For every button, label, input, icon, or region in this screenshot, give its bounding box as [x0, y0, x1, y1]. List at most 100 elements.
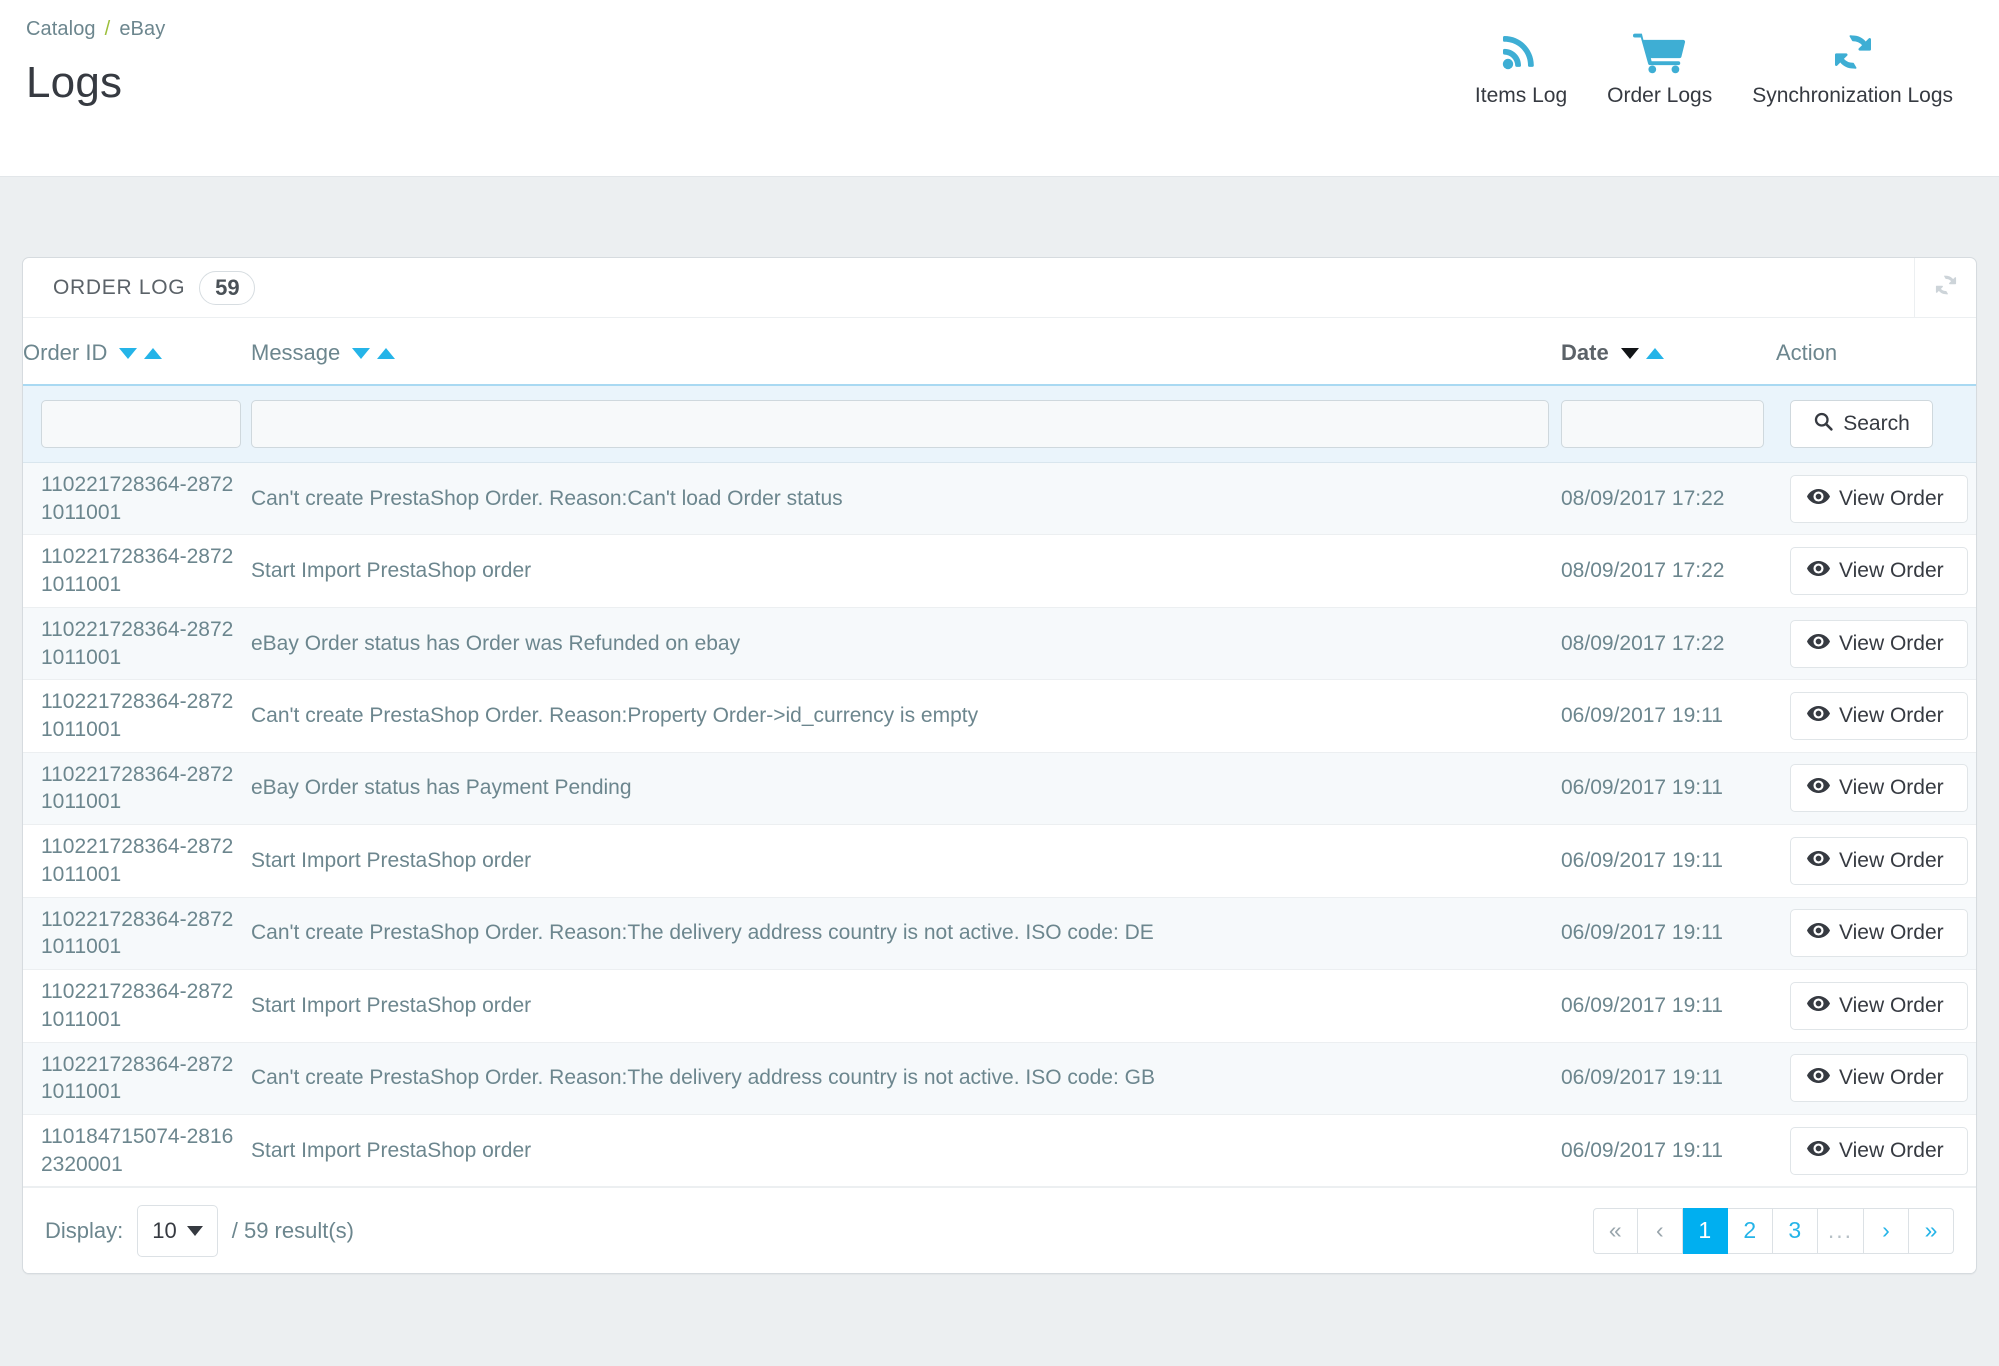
- cell-date: 08/09/2017 17:22: [1561, 607, 1776, 681]
- content-area: ORDER LOG 59 Order ID Message Date Actio…: [0, 177, 1999, 1275]
- order-id-filter-input[interactable]: [41, 400, 241, 448]
- table-header-row: Order ID Message Date Action: [23, 318, 1976, 385]
- sort-asc-icon[interactable]: [377, 347, 396, 359]
- view-order-button-label: View Order: [1839, 776, 1944, 800]
- display-label: Display:: [45, 1217, 124, 1243]
- breadcrumb-current[interactable]: eBay: [119, 18, 165, 40]
- column-label-message: Message: [251, 340, 341, 365]
- cell-order-id: 110221728364-28721011001: [23, 534, 251, 608]
- cell-action: View Order: [1776, 897, 1976, 971]
- message-filter-input[interactable]: [251, 400, 1549, 448]
- page-2[interactable]: 2: [1727, 1207, 1773, 1254]
- last-page[interactable]: »: [1909, 1207, 1954, 1254]
- cell-date: 06/09/2017 19:11: [1561, 969, 1776, 1043]
- view-order-button[interactable]: View Order: [1790, 692, 1968, 741]
- panel-heading: ORDER LOG 59: [23, 258, 1976, 318]
- cell-action: View Order: [1776, 462, 1976, 536]
- cell-date: 06/09/2017 19:11: [1561, 679, 1776, 753]
- table-row: 110221728364-28721011001 Can't create Pre…: [23, 1042, 1976, 1115]
- page-header: Catalog / eBay Logs Items Log Order Logs…: [0, 0, 1999, 177]
- view-order-button-label: View Order: [1839, 1138, 1944, 1162]
- cell-message: Can't create PrestaShop Order. Reason:Th…: [251, 1042, 1561, 1115]
- breadcrumb-parent[interactable]: Catalog: [26, 18, 96, 40]
- cell-order-id: 110221728364-28721011001: [23, 679, 251, 753]
- cell-action: View Order: [1776, 1042, 1976, 1115]
- column-label-date: Date: [1561, 340, 1609, 365]
- search-button[interactable]: Search: [1790, 400, 1933, 448]
- cell-message: Can't create PrestaShop Order. Reason:Th…: [251, 897, 1561, 971]
- sort-asc-icon[interactable]: [1645, 347, 1664, 359]
- cell-date: 06/09/2017 19:11: [1561, 1114, 1776, 1188]
- prev-page[interactable]: ‹: [1637, 1207, 1683, 1254]
- cell-action: View Order: [1776, 824, 1976, 898]
- view-order-button[interactable]: View Order: [1790, 1054, 1968, 1103]
- pagination: «‹ 1 2 3... ›»: [1592, 1207, 1954, 1254]
- sync-refresh-icon: [1828, 26, 1878, 78]
- page-3[interactable]: 3: [1772, 1207, 1818, 1254]
- cell-order-id: 110221728364-28721011001: [23, 752, 251, 826]
- page-size-select[interactable]: 10: [137, 1204, 218, 1257]
- sort-desc-icon[interactable]: [352, 347, 371, 359]
- cell-date: 08/09/2017 17:22: [1561, 462, 1776, 536]
- table-row: 110221728364-28721011001 Start Import Pre…: [23, 969, 1976, 1043]
- eye-icon: [1807, 921, 1830, 945]
- sort-desc-icon[interactable]: [119, 347, 138, 359]
- sort-controls-order-id: [119, 347, 163, 359]
- view-order-button[interactable]: View Order: [1790, 474, 1968, 523]
- view-order-button[interactable]: View Order: [1790, 619, 1968, 668]
- chevron-down-icon: [186, 1225, 203, 1236]
- page-ellipsis[interactable]: ...: [1817, 1207, 1864, 1254]
- view-order-button[interactable]: View Order: [1790, 836, 1968, 885]
- header-action-items-log[interactable]: Items Log: [1455, 26, 1587, 108]
- cell-action: View Order: [1776, 607, 1976, 681]
- rss-feed-icon: [1497, 26, 1545, 78]
- sort-asc-icon[interactable]: [144, 347, 163, 359]
- cell-message: Start Import PrestaShop order: [251, 824, 1561, 898]
- cell-message: Can't create PrestaShop Order. Reason:Ca…: [251, 462, 1561, 536]
- view-order-button[interactable]: View Order: [1790, 909, 1968, 958]
- column-header-date: Date: [1561, 318, 1776, 385]
- sort-controls-date: [1620, 347, 1664, 359]
- cell-order-id: 110221728364-28721011001: [23, 824, 251, 898]
- record-count-badge: 59: [199, 270, 256, 305]
- cell-action: View Order: [1776, 752, 1976, 826]
- sort-desc-icon[interactable]: [1620, 347, 1639, 359]
- view-order-button[interactable]: View Order: [1790, 764, 1968, 813]
- page-1[interactable]: 1: [1682, 1207, 1728, 1254]
- display-controls: Display: 10 / 59 result(s): [45, 1204, 354, 1257]
- table-body: 110221728364-28721011001 Can't create Pre…: [23, 462, 1976, 1188]
- table-row: 110221728364-28721011001 Start Import Pre…: [23, 534, 1976, 608]
- header-action-synchronization-logs[interactable]: Synchronization Logs: [1732, 26, 1973, 108]
- cell-message: Start Import PrestaShop order: [251, 969, 1561, 1043]
- order-log-panel: ORDER LOG 59 Order ID Message Date Actio…: [22, 257, 1977, 1275]
- cell-date: 08/09/2017 17:22: [1561, 534, 1776, 608]
- date-filter-input[interactable]: [1561, 400, 1764, 448]
- view-order-button-label: View Order: [1839, 1066, 1944, 1090]
- header-action-order-logs[interactable]: Order Logs: [1587, 26, 1732, 108]
- panel-refresh-button[interactable]: [1914, 258, 1976, 317]
- eye-icon: [1807, 994, 1830, 1018]
- cell-order-id: 110221728364-28721011001: [23, 1042, 251, 1115]
- view-order-button[interactable]: View Order: [1790, 1126, 1968, 1175]
- cell-action: View Order: [1776, 534, 1976, 608]
- cell-order-id: 110221728364-28721011001: [23, 897, 251, 971]
- view-order-button[interactable]: View Order: [1790, 547, 1968, 596]
- sort-controls-message: [352, 347, 396, 359]
- view-order-button-label: View Order: [1839, 848, 1944, 872]
- header-action-label: Items Log: [1474, 84, 1568, 107]
- table-row: 110221728364-28721011001 eBay Order statu…: [23, 752, 1976, 826]
- first-page[interactable]: «: [1592, 1207, 1638, 1254]
- column-header-action: Action: [1776, 318, 1976, 385]
- next-page[interactable]: ›: [1864, 1207, 1909, 1254]
- cell-date: 06/09/2017 19:11: [1561, 897, 1776, 971]
- table-row: 110221728364-28721011001 Start Import Pre…: [23, 824, 1976, 898]
- cell-date: 06/09/2017 19:11: [1561, 824, 1776, 898]
- view-order-button-label: View Order: [1839, 486, 1944, 510]
- view-order-button-label: View Order: [1839, 631, 1944, 655]
- shopping-cart-icon: [1632, 26, 1687, 78]
- panel-heading-tools: [1914, 258, 1976, 317]
- view-order-button[interactable]: View Order: [1790, 981, 1968, 1030]
- cell-order-id: 110221728364-28721011001: [23, 969, 251, 1043]
- header-actions: Items Log Order Logs Synchronization Log…: [1455, 26, 1973, 108]
- page-size-value: 10: [152, 1217, 177, 1243]
